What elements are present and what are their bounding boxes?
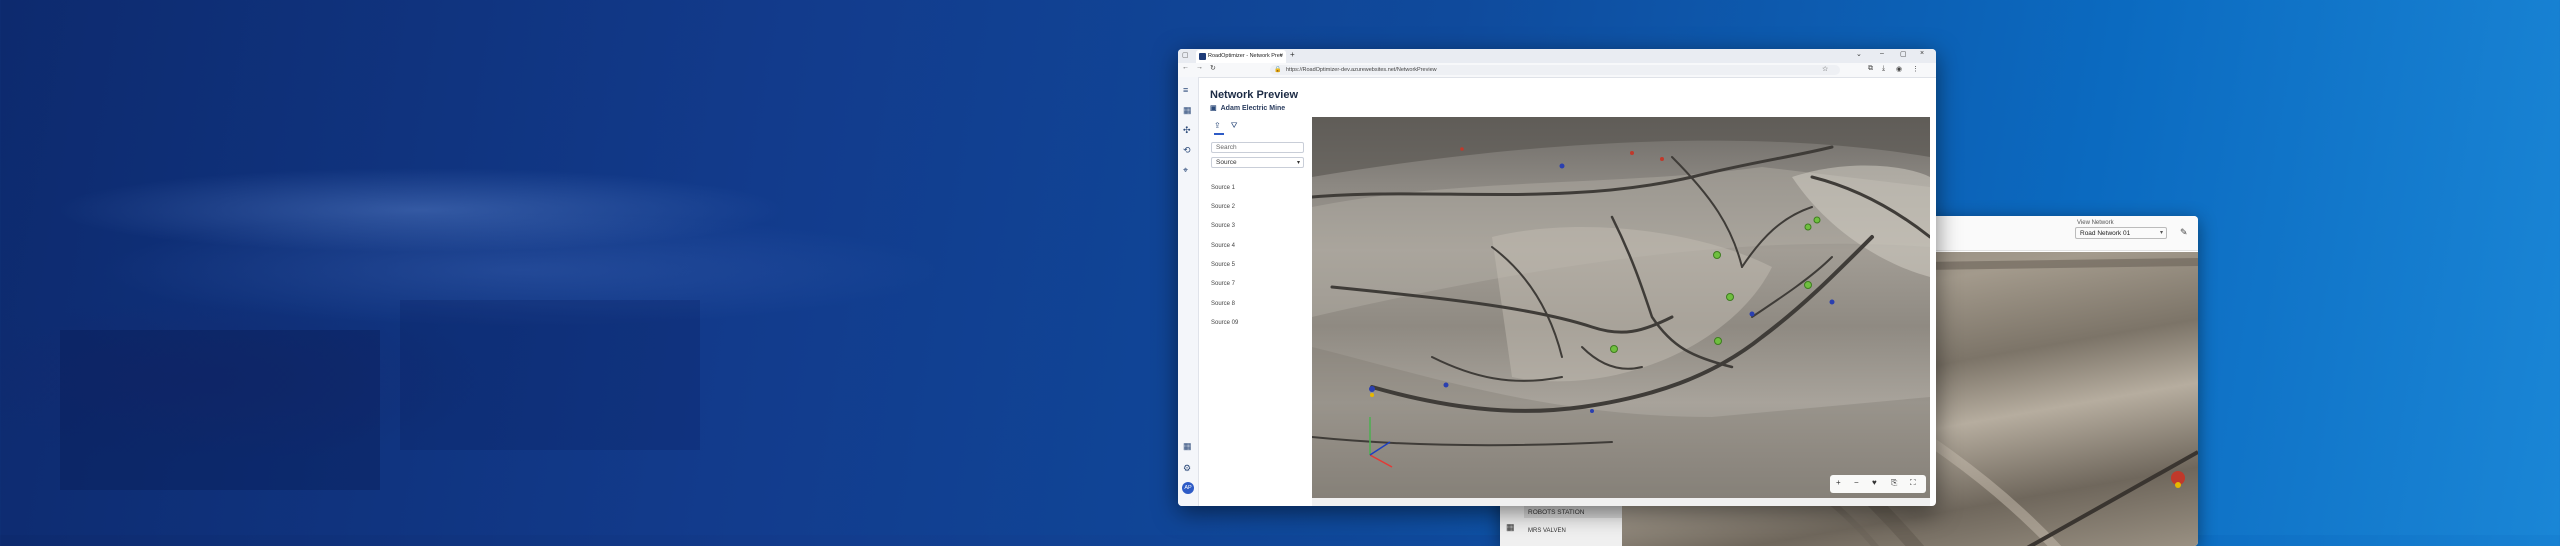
list-item[interactable]: Source 5: [1211, 262, 1235, 268]
map-icon[interactable]: ▦: [1183, 105, 1192, 116]
tab-title: RoadOptimizer - Network Prev: [1208, 53, 1283, 59]
source-type-select[interactable]: Source ▾: [1211, 157, 1304, 168]
network-tab-icon[interactable]: ⛛: [1231, 121, 1238, 130]
close-tab-icon[interactable]: ×: [1279, 50, 1283, 63]
chevron-down-icon: ▾: [2159, 230, 2163, 236]
reload-icon[interactable]: ↻: [1210, 64, 1216, 72]
tag-icon[interactable]: ⌖: [1183, 165, 1188, 176]
new-tab-icon[interactable]: +: [1290, 50, 1295, 59]
zoom-out-icon[interactable]: −: [1854, 478, 1859, 487]
map-marker[interactable]: [1813, 216, 1821, 224]
secondary-list-panel: ROBOTS STATION ▦ MRS VALVEN: [1500, 506, 1622, 546]
map-3d-view[interactable]: + − ♥ ⎘ ⛶: [1312, 117, 1930, 498]
profile-icon[interactable]: ◉: [1896, 65, 1902, 73]
background-shape: [400, 300, 700, 450]
maximize-icon[interactable]: ▢: [1900, 50, 1907, 58]
map-marker[interactable]: [1559, 163, 1565, 169]
forward-icon[interactable]: →: [1196, 64, 1203, 71]
url-input[interactable]: 🔒 https://RoadOptimizer-dev.azurewebsite…: [1270, 65, 1840, 75]
zoom-in-icon[interactable]: +: [1836, 478, 1841, 487]
window-menu-icon[interactable]: ▢: [1182, 51, 1189, 59]
star-icon[interactable]: ☆: [1822, 65, 1828, 73]
source-panel: ⇪ ⛛ Search Source ▾ Source 1 Source 2 Sou…: [1208, 119, 1304, 499]
panel-tabs: ⇪ ⛛: [1214, 121, 1247, 131]
list-item[interactable]: ROBOTS STATION: [1528, 509, 1584, 516]
downloads-icon[interactable]: ⤓: [1882, 65, 1885, 73]
map-marker-base: [1370, 393, 1374, 397]
active-tab-indicator: [1214, 133, 1224, 135]
search-input[interactable]: Search: [1211, 142, 1304, 153]
minimize-icon[interactable]: –: [1880, 50, 1884, 57]
edit-icon[interactable]: ✎: [2180, 227, 2188, 238]
map-marker[interactable]: [1630, 151, 1634, 155]
page-title: Network Preview: [1210, 89, 1299, 101]
map-marker-base: [2175, 482, 2181, 488]
apps-icon[interactable]: ▦: [1183, 441, 1192, 452]
map-marker[interactable]: [1726, 293, 1734, 301]
menu-icon[interactable]: ≡: [1183, 85, 1188, 95]
site-name: Adam Electric Mine: [1220, 105, 1286, 112]
avatar[interactable]: AP: [1182, 482, 1194, 494]
map-marker[interactable]: [1460, 147, 1464, 151]
settings-icon[interactable]: ⚙: [1183, 463, 1191, 474]
status-strip: [1312, 498, 1930, 506]
fullscreen-icon[interactable]: ⛶: [1910, 478, 1916, 488]
close-window-icon[interactable]: ×: [1920, 50, 1924, 57]
lock-icon: 🔒: [1274, 67, 1282, 73]
map-marker[interactable]: [1590, 409, 1594, 413]
map-marker[interactable]: [1660, 157, 1664, 161]
list-item[interactable]: Source 1: [1211, 185, 1235, 191]
site-selector[interactable]: ▣ Adam Electric Mine: [1210, 104, 1285, 112]
list-item[interactable]: Source 3: [1211, 223, 1235, 229]
network-icon[interactable]: ✣: [1183, 125, 1191, 136]
list-item[interactable]: Source 4: [1211, 243, 1235, 249]
map-marker[interactable]: [1829, 299, 1835, 305]
map-marker[interactable]: [1443, 382, 1449, 388]
map-marker[interactable]: [1749, 311, 1755, 317]
list-item[interactable]: MRS VALVEN: [1528, 528, 1566, 534]
chevron-down-icon: ▾: [1296, 160, 1300, 166]
grid-icon[interactable]: ▦: [1506, 522, 1515, 533]
list-item[interactable]: Source 8: [1211, 301, 1235, 307]
list-item[interactable]: Source 09: [1211, 320, 1238, 326]
favicon-icon: [1199, 53, 1206, 60]
compass-icon[interactable]: ♥: [1872, 478, 1877, 487]
view-network-value: Road Network 01: [2080, 230, 2131, 237]
sources-tab-icon[interactable]: ⇪: [1214, 121, 1221, 130]
list-item[interactable]: Source 7: [1211, 281, 1235, 287]
route-icon[interactable]: ⟲: [1183, 145, 1191, 156]
address-bar-row: ← → ↻ 🔒 https://RoadOptimizer-dev.azurew…: [1178, 63, 1936, 78]
map-controls: + − ♥ ⎘ ⛶: [1830, 475, 1926, 493]
nav-rail: ≡ ▦ ✣ ⟲ ⌖ ▦ ⚙ AP: [1178, 77, 1199, 506]
map-marker[interactable]: [1713, 251, 1721, 259]
extensions-icon[interactable]: ⧉: [1868, 65, 1873, 73]
view-network-select[interactable]: Road Network 01 ▾: [2075, 227, 2167, 239]
site-icon: ▣: [1210, 105, 1217, 112]
browser-window: ▢ RoadOptimizer - Network Prev × + ⌄ – ▢…: [1178, 49, 1936, 506]
map-marker[interactable]: [1714, 337, 1722, 345]
view-network-label: View Network: [2077, 220, 2114, 226]
more-icon[interactable]: ⋮: [1912, 65, 1919, 73]
map-marker[interactable]: [1610, 345, 1618, 353]
map-marker[interactable]: [1369, 386, 1375, 392]
terrain-svg: [1312, 117, 1930, 498]
url-text: https://RoadOptimizer-dev.azurewebsites.…: [1286, 67, 1437, 73]
list-item[interactable]: Source 2: [1211, 204, 1235, 210]
background-shape: [60, 330, 380, 490]
tab-strip: ▢ RoadOptimizer - Network Prev × + ⌄ – ▢…: [1178, 49, 1936, 63]
browser-tab[interactable]: RoadOptimizer - Network Prev ×: [1196, 50, 1286, 63]
chevron-down-icon[interactable]: ⌄: [1856, 50, 1862, 58]
select-value: Source: [1216, 159, 1237, 166]
map-marker[interactable]: [1804, 223, 1812, 231]
map-marker[interactable]: [1804, 281, 1812, 289]
layers-icon[interactable]: ⎘: [1891, 478, 1897, 488]
back-icon[interactable]: ←: [1182, 64, 1189, 71]
